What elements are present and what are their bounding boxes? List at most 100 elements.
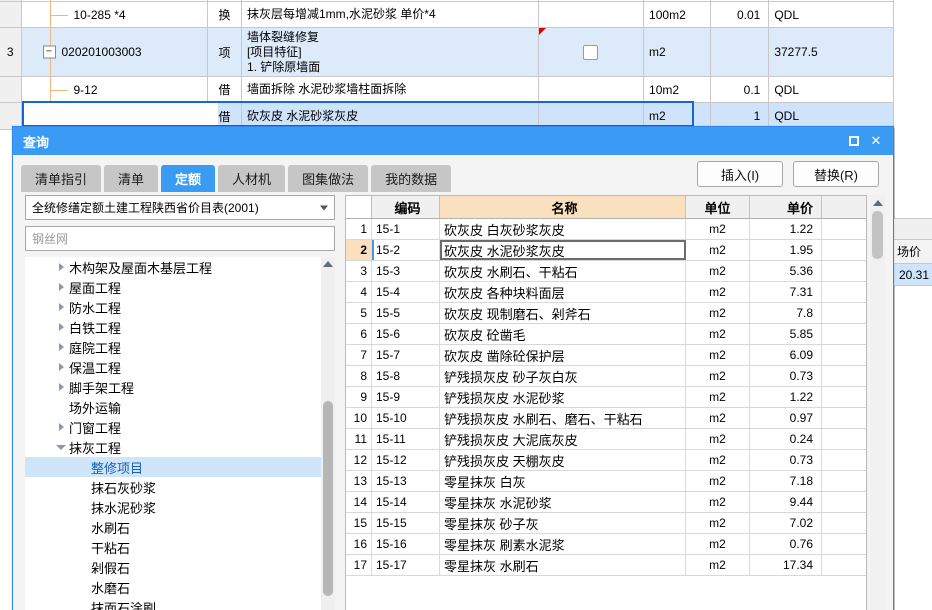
quota-row-name[interactable]: 铲残损灰皮 水刷石、磨石、干粘石	[440, 408, 686, 428]
table-row[interactable]: 10-285 *4 换抹灰层每增减1mm,水泥砂浆 单价*4 100m2 0.01 QD…	[0, 2, 894, 28]
chevron-right-icon[interactable]	[53, 363, 69, 371]
tab-2[interactable]: 定额	[161, 165, 216, 192]
tree-item-10[interactable]: 整修项目	[25, 457, 335, 477]
quota-row-code[interactable]: 15-8	[372, 366, 440, 386]
chevron-right-icon[interactable]	[53, 303, 69, 311]
quota-row-name[interactable]: 砍灰皮 水泥砂浆灰皮	[440, 240, 686, 260]
tree-item-12[interactable]: 抹水泥砂浆	[25, 497, 335, 517]
chevron-down-icon[interactable]	[53, 444, 69, 450]
quota-row-unit[interactable]: m2	[686, 387, 750, 407]
quota-row-unit[interactable]: m2	[686, 429, 750, 449]
row-code-cell[interactable]: −020201003003	[22, 28, 209, 76]
chevron-right-icon[interactable]	[53, 323, 69, 331]
maximize-icon[interactable]	[843, 131, 865, 151]
quota-row-name[interactable]: 零星抹灰 水泥砂浆	[440, 492, 686, 512]
quota-row-unit[interactable]: m2	[686, 261, 750, 281]
row-checkbox-cell[interactable]	[539, 77, 645, 102]
quota-row-name[interactable]: 零星抹灰 白灰	[440, 471, 686, 491]
table-row[interactable]: 9-12 借墙面拆除 水泥砂浆墙柱面拆除 10m2 0.1 QDL	[0, 77, 894, 103]
quota-row-unit[interactable]: m2	[686, 408, 750, 428]
table-row[interactable]: 9 15-9 铲残损灰皮 水泥砂浆 m2 1.22	[346, 387, 866, 408]
tree-item-14[interactable]: 干粘石	[25, 537, 335, 557]
chevron-right-icon[interactable]	[53, 263, 69, 271]
collapse-toggle-icon[interactable]: −	[42, 45, 56, 59]
chevron-right-icon[interactable]	[53, 423, 69, 431]
quota-row-number[interactable]: 14	[346, 492, 372, 512]
replace-button[interactable]: 替换(R)	[793, 161, 879, 187]
row-checkbox-cell[interactable]	[538, 28, 645, 76]
tree-item-11[interactable]: 抹石灰砂浆	[25, 477, 335, 497]
quota-row-number[interactable]: 15	[346, 513, 372, 533]
close-icon[interactable]: ✕	[865, 131, 887, 151]
table-row[interactable]: 16 15-16 零星抹灰 刷素水泥浆 m2 0.76	[346, 534, 866, 555]
tree-item-8[interactable]: 门窗工程	[25, 417, 335, 437]
quota-row-unit[interactable]: m2	[686, 513, 750, 533]
tree-item-1[interactable]: 屋面工程	[25, 277, 335, 297]
quota-row-name[interactable]: 砍灰皮 白灰砂浆灰皮	[440, 219, 686, 239]
quota-row-number[interactable]: 11	[346, 429, 372, 449]
tree-scroll-thumb[interactable]	[323, 401, 333, 596]
quota-row-unit[interactable]: m2	[686, 303, 750, 323]
row-checkbox[interactable]	[583, 44, 599, 60]
quota-scroll-thumb[interactable]	[872, 211, 883, 259]
search-input[interactable]: 钢丝网	[25, 226, 335, 251]
quota-row-number[interactable]: 6	[346, 324, 372, 344]
table-row[interactable]: 8 15-8 铲残损灰皮 砂子灰白灰 m2 0.73	[346, 366, 866, 387]
quota-row-price[interactable]: 7.18	[750, 471, 822, 491]
insert-button[interactable]: 插入(I)	[697, 161, 783, 187]
quota-row-number[interactable]: 10	[346, 408, 372, 428]
quota-row-price[interactable]: 0.24	[750, 429, 822, 449]
dialog-titlebar[interactable]: 查询 ✕	[13, 127, 893, 155]
table-row[interactable]: 3 15-3 砍灰皮 水刷石、干粘石 m2 5.36	[346, 261, 866, 282]
quota-row-name[interactable]: 砍灰皮 水刷石、干粘石	[440, 261, 686, 281]
quota-row-name[interactable]: 砍灰皮 各种块料面层	[440, 282, 686, 302]
quota-row-unit[interactable]: m2	[686, 282, 750, 302]
quota-row-unit[interactable]: m2	[686, 366, 750, 386]
quota-row-unit[interactable]: m2	[686, 471, 750, 491]
table-row[interactable]: 3−020201003003 项墙体裂缝修复 [项目特征] 1. 铲除原墙面 m2 3…	[0, 28, 894, 77]
quota-row-price[interactable]: 1.22	[750, 387, 822, 407]
quota-row-name[interactable]: 铲残损灰皮 水泥砂浆	[440, 387, 686, 407]
tree-item-13[interactable]: 水刷石	[25, 517, 335, 537]
quota-row-number[interactable]: 17	[346, 555, 372, 575]
quota-row-code[interactable]: 15-11	[372, 429, 440, 449]
tab-0[interactable]: 清单指引	[21, 165, 102, 192]
table-row[interactable]: 15 15-15 零星抹灰 砂子灰 m2 7.02	[346, 513, 866, 534]
row-checkbox-cell[interactable]	[539, 2, 645, 27]
row-code-cell[interactable]: 10-285 *4	[22, 2, 209, 27]
tab-3[interactable]: 人材机	[218, 165, 286, 192]
table-row[interactable]: 2 15-2 砍灰皮 水泥砂浆灰皮 m2 1.95	[346, 240, 866, 261]
catalog-select[interactable]: 全统修缮定额土建工程陕西省价目表(2001)	[25, 195, 335, 220]
quota-row-price[interactable]: 0.73	[750, 450, 822, 470]
table-row[interactable]: 17 15-17 零星抹灰 水刷石 m2 17.34	[346, 555, 866, 576]
quota-row-code[interactable]: 15-16	[372, 534, 440, 554]
quota-row-unit[interactable]: m2	[686, 492, 750, 512]
quota-row-code[interactable]: 15-1	[372, 219, 440, 239]
quota-row-number[interactable]: 4	[346, 282, 372, 302]
quota-row-price[interactable]: 7.8	[750, 303, 822, 323]
tree-item-15[interactable]: 剁假石	[25, 557, 335, 577]
quota-row-price[interactable]: 5.36	[750, 261, 822, 281]
table-row[interactable]: 12 15-12 铲残损灰皮 天棚灰皮 m2 0.73	[346, 450, 866, 471]
tree-item-7[interactable]: 场外运输	[25, 397, 335, 417]
quota-row-code[interactable]: 15-12	[372, 450, 440, 470]
tree-item-17[interactable]: 抹面石涂刷	[25, 597, 335, 610]
quota-row-name[interactable]: 零星抹灰 刷素水泥浆	[440, 534, 686, 554]
quota-row-code[interactable]: 15-7	[372, 345, 440, 365]
quota-row-unit[interactable]: m2	[686, 345, 750, 365]
row-code-cell[interactable]: 10-247	[22, 0, 209, 1]
quota-row-price[interactable]: 5.85	[750, 324, 822, 344]
quota-row-number[interactable]: 8	[346, 366, 372, 386]
quota-row-code[interactable]: 15-10	[372, 408, 440, 428]
quota-row-price[interactable]: 0.73	[750, 366, 822, 386]
quota-row-code[interactable]: 15-5	[372, 303, 440, 323]
quota-row-unit[interactable]: m2	[686, 324, 750, 344]
chevron-right-icon[interactable]	[53, 343, 69, 351]
table-row[interactable]: 11 15-11 铲残损灰皮 大泥底灰皮 m2 0.24	[346, 429, 866, 450]
table-row[interactable]: 14 15-14 零星抹灰 水泥砂浆 m2 9.44	[346, 492, 866, 513]
quota-row-code[interactable]: 15-6	[372, 324, 440, 344]
tree-item-16[interactable]: 水磨石	[25, 577, 335, 597]
quota-row-code[interactable]: 15-3	[372, 261, 440, 281]
quota-row-unit[interactable]: m2	[686, 219, 750, 239]
quota-row-number[interactable]: 13	[346, 471, 372, 491]
